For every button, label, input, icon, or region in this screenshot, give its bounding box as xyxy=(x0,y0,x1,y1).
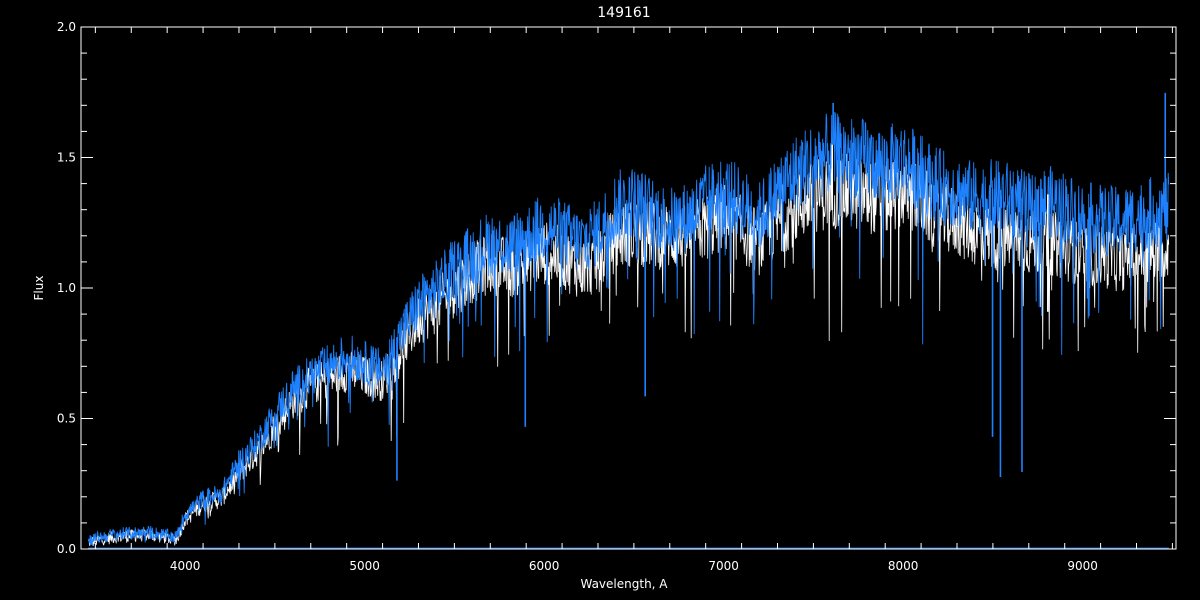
x-tick-label: 9000 xyxy=(1067,559,1098,573)
x-tick-label: 5000 xyxy=(349,559,380,573)
y-tick-label: 0.0 xyxy=(57,542,76,556)
chart-title: 149161 xyxy=(597,5,650,21)
y-tick-label: 2.0 xyxy=(57,20,76,34)
spectrum-plot: 149161 Wavelength, A Flux 4000 5000 6000 70… xyxy=(0,0,1200,600)
x-axis-label: Wavelength, A xyxy=(580,577,668,591)
y-tick-label: 0.5 xyxy=(57,412,76,426)
plot-background xyxy=(0,0,1200,600)
x-tick-label: 8000 xyxy=(888,559,919,573)
y-tick-label: 1.5 xyxy=(57,151,76,165)
x-tick-label: 6000 xyxy=(529,559,560,573)
y-tick-label: 1.0 xyxy=(57,281,76,295)
x-tick-label: 4000 xyxy=(170,559,201,573)
y-axis-label: Flux xyxy=(32,276,46,301)
x-tick-label: 7000 xyxy=(708,559,739,573)
